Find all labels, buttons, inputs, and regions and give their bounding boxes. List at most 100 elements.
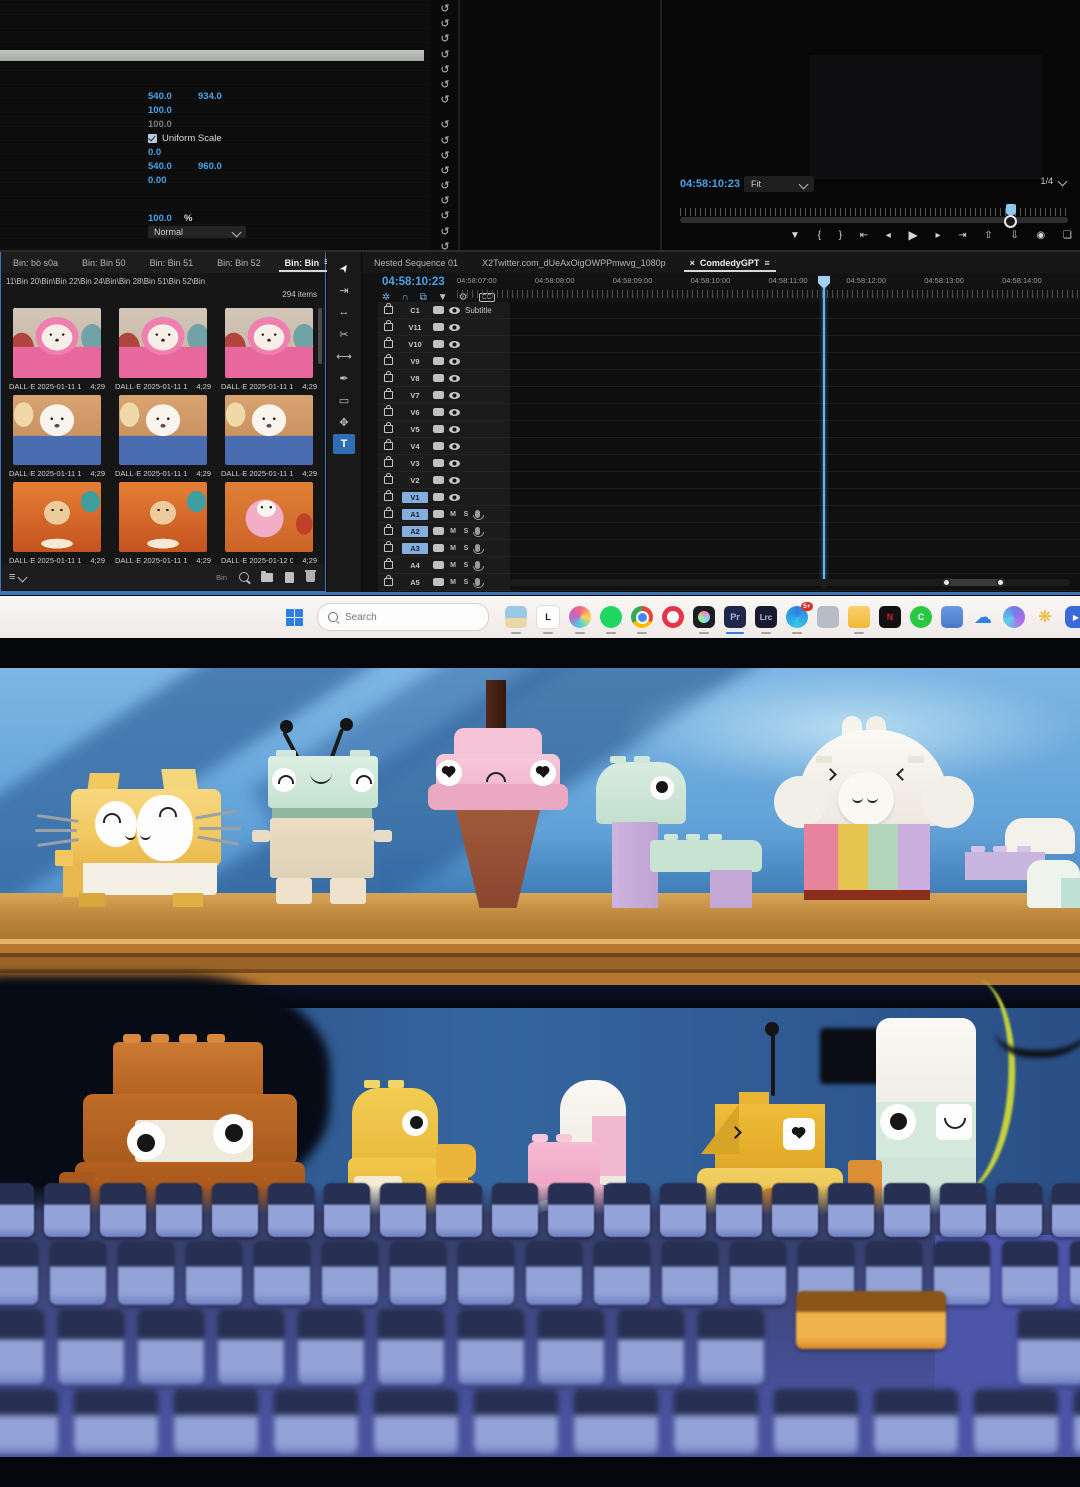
track-lock-icon[interactable] xyxy=(384,391,393,399)
track-lane[interactable] xyxy=(510,353,1080,370)
track-select-forward-tool[interactable]: ⇥ xyxy=(333,280,355,300)
search-box[interactable]: Search xyxy=(317,603,489,631)
ripple-edit-tool[interactable]: ↔ xyxy=(333,302,355,322)
comparison-view-button[interactable]: ❏ xyxy=(1063,230,1072,241)
video-track-header[interactable]: V10 xyxy=(378,336,510,353)
track-visibility-icon[interactable] xyxy=(449,358,460,365)
l-app-icon[interactable]: L xyxy=(536,605,560,629)
track-lock-icon[interactable] xyxy=(384,561,393,569)
video-track-header[interactable]: V3 xyxy=(378,455,510,472)
export-frame-button[interactable]: ◉ xyxy=(1036,230,1045,241)
source-patch-icon[interactable] xyxy=(433,527,444,535)
reset-parameter-icon[interactable]: ↺ xyxy=(440,48,449,63)
source-patch-icon[interactable] xyxy=(433,442,444,450)
track-lock-icon[interactable] xyxy=(384,476,393,484)
property-value[interactable]: 100.0 xyxy=(148,105,184,116)
track-lock-icon[interactable] xyxy=(384,357,393,365)
track-target-button[interactable]: V9 xyxy=(402,356,428,367)
mute-button[interactable]: M xyxy=(449,579,457,586)
copilot-icon[interactable] xyxy=(1003,606,1025,628)
track-lock-icon[interactable] xyxy=(384,493,393,501)
track-target-button[interactable]: V7 xyxy=(402,390,428,401)
clip-thumbnail[interactable] xyxy=(13,482,101,552)
solo-button[interactable]: S xyxy=(462,562,470,569)
pen-tool[interactable]: ✒ xyxy=(333,368,355,388)
reset-parameter-icon[interactable]: ↺ xyxy=(440,2,449,17)
track-visibility-icon[interactable] xyxy=(449,426,460,433)
uniform-scale-checkbox[interactable] xyxy=(148,134,157,143)
track-lane[interactable] xyxy=(510,387,1080,404)
property-value[interactable]: 540.0 xyxy=(148,161,184,172)
audio-track-header[interactable]: A1MS xyxy=(378,506,510,523)
track-lane[interactable] xyxy=(510,557,1080,574)
bin-clip-item[interactable]: DALL·E 2025-01-11 14.0...4;29 xyxy=(7,482,107,565)
track-visibility-icon[interactable] xyxy=(449,375,460,382)
video-track-header[interactable]: V6 xyxy=(378,404,510,421)
track-lane[interactable] xyxy=(510,421,1080,438)
program-zoom-select[interactable]: Fit xyxy=(744,176,814,192)
green-c-icon[interactable]: C xyxy=(910,606,932,628)
track-lane[interactable] xyxy=(510,455,1080,472)
track-visibility-icon[interactable] xyxy=(449,341,460,348)
track-target-button[interactable]: A5 xyxy=(402,577,428,588)
bin-tab-0[interactable]: Bin: bò s0a xyxy=(1,252,70,273)
mark-in-button[interactable]: { xyxy=(818,230,821,241)
source-patch-icon[interactable] xyxy=(433,578,444,586)
slip-tool[interactable]: ⟷ xyxy=(333,346,355,366)
video-track-header[interactable]: V2 xyxy=(378,472,510,489)
reset-parameter-icon[interactable]: ↺ xyxy=(440,93,449,108)
program-playhead[interactable] xyxy=(1006,204,1016,215)
track-visibility-icon[interactable] xyxy=(449,443,460,450)
track-target-button[interactable]: A3 xyxy=(402,543,428,554)
video-track-header[interactable]: V7 xyxy=(378,387,510,404)
source-patch-icon[interactable] xyxy=(433,425,444,433)
reset-parameter-icon[interactable]: ↺ xyxy=(440,149,449,164)
source-patch-icon[interactable] xyxy=(433,459,444,467)
track-lane[interactable] xyxy=(510,506,1080,523)
audio-track-header[interactable]: A4MS xyxy=(378,557,510,574)
audio-track-header[interactable]: A2MS xyxy=(378,523,510,540)
track-lock-icon[interactable] xyxy=(384,527,393,535)
reset-parameter-icon[interactable]: ↺ xyxy=(440,164,449,179)
clip-thumbnail[interactable] xyxy=(119,482,207,552)
start-button[interactable] xyxy=(286,609,303,626)
source-patch-icon[interactable] xyxy=(433,340,444,348)
mute-button[interactable]: M xyxy=(449,511,457,518)
track-lock-icon[interactable] xyxy=(384,459,393,467)
track-lane[interactable] xyxy=(510,540,1080,557)
video-track-header[interactable]: V1 xyxy=(378,489,510,506)
lift-button[interactable]: ⇧ xyxy=(984,230,992,241)
track-visibility-icon[interactable] xyxy=(449,324,460,331)
reset-parameter-icon[interactable]: ↺ xyxy=(440,63,449,78)
bin-clip-item[interactable]: DALL·E 2025-01-12 00.4...4;29 xyxy=(219,482,319,565)
go-to-out-button[interactable]: ⇥ xyxy=(958,230,966,241)
reset-parameter-icon[interactable]: ↺ xyxy=(440,194,449,209)
lightroom-classic-icon[interactable]: Lrc xyxy=(755,606,777,628)
timeline-playhead[interactable] xyxy=(823,276,825,586)
bin-clip-item[interactable]: DALL·E 2025-01-11 14.0...4;29 xyxy=(113,395,213,478)
mark-out-button[interactable]: } xyxy=(839,230,842,241)
track-target-button[interactable]: V3 xyxy=(402,458,428,469)
type-tool[interactable]: T xyxy=(333,434,355,454)
track-lane[interactable] xyxy=(510,472,1080,489)
property-value[interactable]: 0.00 xyxy=(148,175,184,186)
source-patch-icon[interactable] xyxy=(433,374,444,382)
track-visibility-icon[interactable] xyxy=(449,307,460,314)
list-view-toggle[interactable]: ≡ xyxy=(9,571,15,583)
sun-icon[interactable]: ❋ xyxy=(1034,606,1056,628)
bin-clip-item[interactable]: DALL·E 2025-01-11 14.0...4;29 xyxy=(7,395,107,478)
video-track-header[interactable]: V11 xyxy=(378,319,510,336)
reset-parameter-icon[interactable]: ↺ xyxy=(440,179,449,194)
track-lock-icon[interactable] xyxy=(384,425,393,433)
track-visibility-icon[interactable] xyxy=(449,477,460,484)
track-lock-icon[interactable] xyxy=(384,578,393,586)
audio-track-header[interactable]: A3MS xyxy=(378,540,510,557)
reset-parameter-icon[interactable]: ↺ xyxy=(440,78,449,93)
track-target-button[interactable]: V4 xyxy=(402,441,428,452)
track-lock-icon[interactable] xyxy=(384,340,393,348)
source-patch-icon[interactable] xyxy=(433,357,444,365)
track-visibility-icon[interactable] xyxy=(449,409,460,416)
bin-clip-item[interactable]: DALL·E 2025-01-11 14.0...4;29 xyxy=(219,308,319,391)
reset-parameter-icon[interactable]: ↺ xyxy=(440,32,449,47)
property-value[interactable]: 934.0 xyxy=(198,91,234,102)
